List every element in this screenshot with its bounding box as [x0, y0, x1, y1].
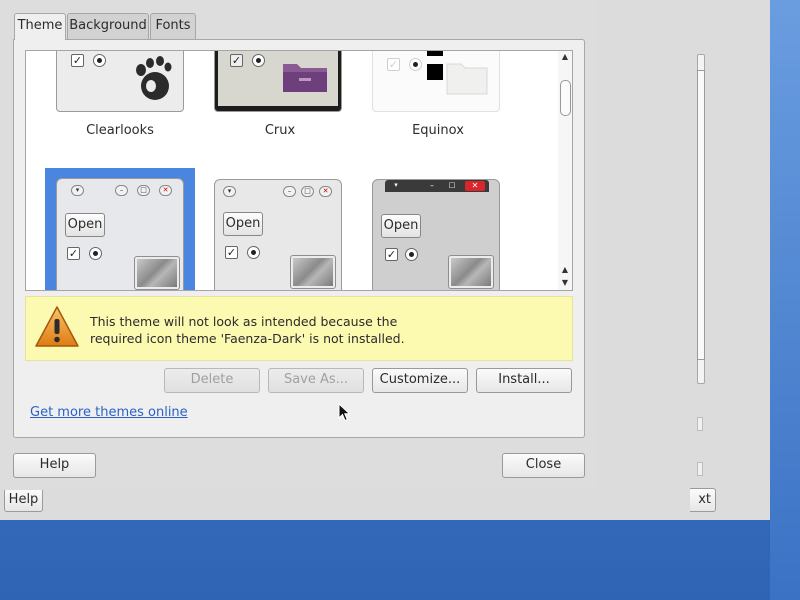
preview-checkbox: ✓	[67, 247, 80, 260]
mouse-cursor-icon	[338, 403, 351, 422]
minimize-icon: –	[115, 185, 128, 196]
preview-radio	[252, 54, 265, 67]
get-more-themes-link[interactable]: Get more themes online	[30, 405, 188, 420]
install-button[interactable]: Install...	[476, 368, 572, 393]
window-menu-icon: ▾	[223, 186, 236, 197]
image-icon	[134, 256, 180, 290]
tab-background[interactable]: Background	[67, 13, 149, 39]
preview-radio	[89, 247, 102, 260]
theme-preview-selected[interactable]: ▾ – □ ✕ Open ✓	[56, 178, 184, 290]
close-icon: ✕	[319, 186, 332, 197]
theme-preview-2[interactable]: ▾ – □ ✕ Open ✓	[214, 179, 342, 290]
scroll-down-icon[interactable]: ▲	[558, 264, 572, 276]
tab-fonts[interactable]: Fonts	[150, 13, 196, 39]
window-menu-icon: ▾	[71, 185, 84, 196]
close-icon: ✕	[465, 181, 485, 191]
preview-checkbox: ✓	[225, 246, 238, 259]
desktop-wallpaper	[770, 0, 800, 600]
warning-line-1: This theme will not look as intended bec…	[90, 314, 398, 329]
warning-line-2: required icon theme 'Faenza-Dark' is not…	[90, 331, 405, 346]
background-next-button[interactable]: xt	[690, 488, 716, 512]
theme-name-crux: Crux	[264, 123, 296, 138]
help-button[interactable]: Help	[13, 453, 96, 478]
preview-open-button: Open	[223, 212, 263, 236]
close-button[interactable]: Close	[502, 453, 585, 478]
preview-radio	[405, 248, 418, 261]
theme-name-clearlooks: Clearlooks	[86, 123, 154, 138]
theme-preview-crux[interactable]: ✓	[214, 51, 342, 112]
preview-checkbox: ✓	[230, 54, 243, 67]
customize-button[interactable]: Customize...	[372, 368, 468, 393]
tab-theme[interactable]: Theme	[14, 13, 66, 40]
gnome-foot-icon	[136, 56, 172, 100]
scroll-down-icon[interactable]: ▼	[558, 277, 572, 289]
scroll-up-icon[interactable]: ▲	[558, 51, 572, 63]
maximize-icon: □	[301, 186, 314, 197]
folder-icon	[446, 63, 488, 95]
theme-list-scroll-thumb[interactable]	[560, 80, 571, 116]
theme-preview-3[interactable]: ▾ – □ ✕ Open ✓	[372, 179, 500, 290]
image-icon	[448, 255, 494, 289]
theme-preview-clearlooks[interactable]: ✓	[56, 51, 184, 112]
warning-message: This theme will not look as intended bec…	[90, 313, 550, 347]
preview-radio	[93, 54, 106, 67]
preview-open-button: Open	[65, 213, 105, 237]
theme-list[interactable]: ✓ Clearlooks ✓ Crux ✓ Equinox ▾ – □ ✕ Op…	[25, 50, 573, 291]
background-window-scroll-thumb[interactable]	[697, 70, 705, 360]
preview-radio	[247, 246, 260, 259]
close-icon: ✕	[159, 185, 172, 196]
warning-icon	[35, 306, 79, 347]
background-help-button[interactable]: Help	[4, 488, 43, 512]
preview-open-button: Open	[381, 214, 421, 238]
image-icon	[290, 255, 336, 289]
background-window-control	[697, 462, 703, 476]
folder-icon	[283, 64, 327, 92]
delete-button[interactable]: Delete	[164, 368, 260, 393]
preview-radio	[409, 58, 422, 71]
maximize-icon: □	[137, 185, 150, 196]
preview-checkbox: ✓	[385, 248, 398, 261]
theme-name-equinox: Equinox	[412, 123, 464, 138]
background-window-control	[697, 417, 703, 431]
theme-preview-equinox[interactable]: ✓	[372, 51, 500, 112]
minimize-icon: –	[283, 186, 296, 197]
preview-checkbox: ✓	[387, 58, 400, 71]
preview-checkbox: ✓	[71, 54, 84, 67]
save-as-button[interactable]: Save As...	[268, 368, 364, 393]
